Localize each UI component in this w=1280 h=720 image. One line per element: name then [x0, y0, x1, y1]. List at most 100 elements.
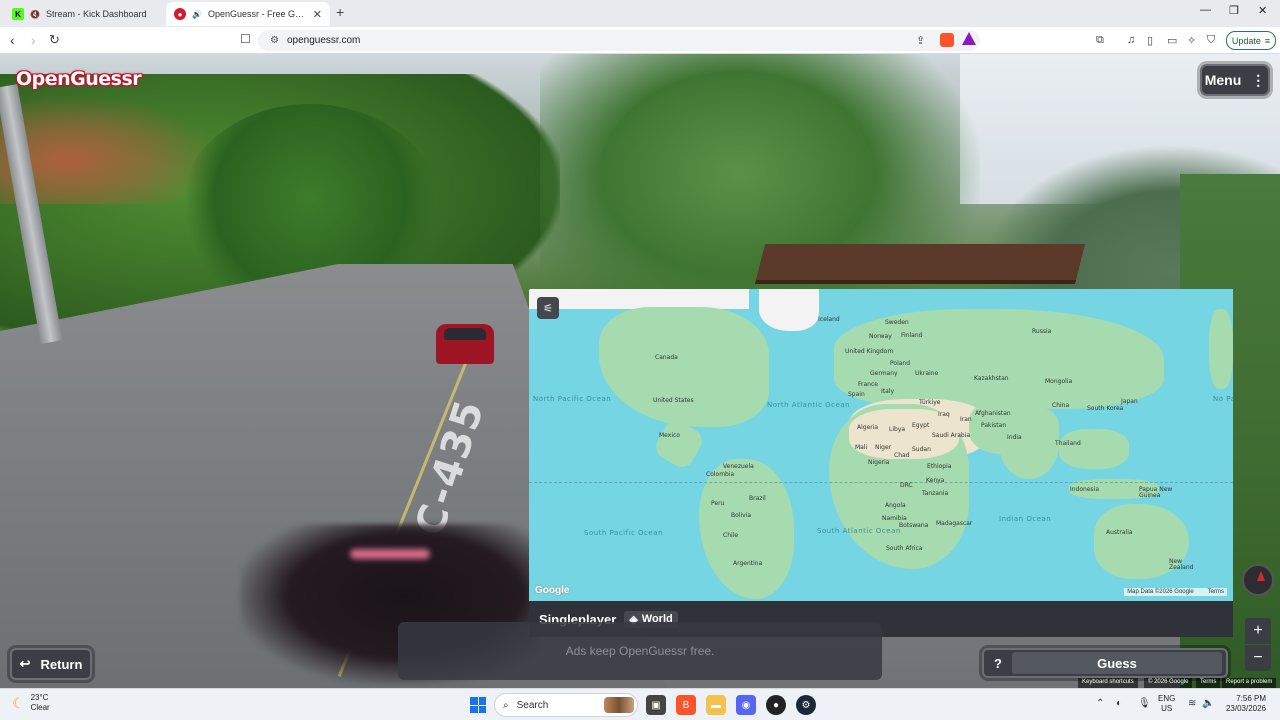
wifi-icon[interactable]: ≋	[1188, 698, 1196, 709]
brave-rewards-icon[interactable]	[962, 32, 976, 45]
zoom-out-button[interactable]: −	[1245, 645, 1271, 671]
steam-icon[interactable]: ⚙	[796, 695, 816, 715]
google-terms-link[interactable]: Terms	[1196, 678, 1221, 688]
brave-shields-icon[interactable]	[940, 33, 954, 47]
compass-icon[interactable]	[1242, 564, 1274, 596]
google-logo: Google	[535, 585, 570, 596]
file-explorer-icon[interactable]: ▬	[706, 695, 726, 715]
country-label: Sweden	[885, 319, 909, 326]
country-label: Peru	[711, 500, 725, 507]
url-field[interactable]: ⚙ openguessr.com	[258, 30, 980, 51]
forward-icon[interactable]: ›	[31, 32, 36, 48]
site-settings-icon[interactable]: ⚙	[270, 35, 279, 46]
country-label: Australia	[1106, 529, 1133, 536]
country-label: Namibia	[882, 515, 907, 522]
country-label: Tanzania	[922, 490, 949, 497]
keyboard-shortcuts-link[interactable]: Keyboard shortcuts	[1078, 678, 1138, 688]
country-label: Italy	[881, 388, 895, 395]
ocean-label-south-atlantic: South Atlantic Ocean	[817, 527, 901, 535]
zoom-in-button[interactable]: +	[1245, 618, 1271, 644]
task-view-icon[interactable]: ▣	[646, 695, 666, 715]
street-view-panorama[interactable]: SC-435 OpenGuessr Menu ⋮ North Pacific O…	[0, 54, 1280, 688]
share-icon[interactable]: ⇪	[916, 34, 925, 47]
vpn-icon[interactable]: ⛉	[1207, 34, 1215, 47]
country-label: Mongolia	[1045, 378, 1073, 385]
weather-widget[interactable]: ☾ 23°C Clear	[12, 693, 50, 713]
restore-icon[interactable]: ❐	[1229, 4, 1239, 17]
country-label: Indonesia	[1070, 486, 1100, 493]
tab-kick-dashboard[interactable]: K 🔇 Stream - Kick Dashboard	[4, 2, 164, 26]
keyboard-region: US	[1161, 704, 1173, 713]
taskbar-search[interactable]: ⌕ Search	[494, 693, 638, 717]
guess-button[interactable]: Guess	[1012, 652, 1222, 674]
map-filter-icon[interactable]: ⚟	[537, 297, 559, 319]
map-attribution: Map Data ©2026 Google Terms	[1124, 588, 1227, 596]
reload-icon[interactable]: ↻	[49, 32, 60, 48]
country-label: Chile	[723, 532, 739, 539]
help-button[interactable]: ?	[984, 650, 1012, 676]
country-label: Angola	[885, 502, 906, 509]
north-america	[599, 307, 769, 427]
brave-browser-icon[interactable]: B	[676, 695, 696, 715]
map-terms-link[interactable]: Terms	[1208, 589, 1224, 595]
tab-bar: K 🔇 Stream - Kick Dashboard ● 🔊 OpenGues…	[0, 0, 1280, 27]
tray-app-icon[interactable]: ◐	[1116, 698, 1122, 709]
report-problem-link[interactable]: Report a problem	[1222, 678, 1277, 688]
southeast-asia	[1059, 429, 1129, 469]
tray-chevron-icon[interactable]: ⌃	[1096, 698, 1104, 709]
audio-icon[interactable]: 🔊	[192, 10, 202, 19]
tab-search-icon[interactable]: ⧉	[1096, 34, 1104, 47]
language-indicator[interactable]: ENG US	[1158, 694, 1175, 714]
country-label: Russia	[1032, 328, 1052, 335]
new-tab-icon[interactable]: +	[336, 4, 344, 20]
country-label: Nigeria	[868, 459, 890, 466]
india	[999, 409, 1059, 479]
country-label: Iraq	[938, 411, 950, 418]
minimize-icon[interactable]: —	[1200, 4, 1211, 16]
tab-title: OpenGuessr - Free GeoGuessr	[207, 9, 307, 19]
volume-icon[interactable]: 🔈	[1202, 698, 1214, 709]
country-label: Norway	[869, 333, 892, 340]
country-label: Niger	[875, 444, 892, 451]
language-code: ENG	[1158, 694, 1176, 703]
bookmark-icon[interactable]: ☐	[240, 32, 251, 46]
country-label: France	[858, 381, 878, 388]
country-label: Chad	[894, 452, 910, 459]
discord-icon[interactable]: ◉	[736, 695, 756, 715]
update-button[interactable]: Update ≡	[1226, 31, 1276, 50]
close-window-icon[interactable]: ✕	[1258, 4, 1267, 17]
wallet-icon[interactable]: ▭	[1167, 34, 1177, 47]
guess-map[interactable]: North Pacific Ocean North Atlantic Ocean…	[529, 289, 1233, 601]
windows-start-icon[interactable]	[470, 697, 486, 713]
red-car	[436, 324, 494, 364]
country-label: Mali	[855, 444, 868, 451]
menu-label: Menu	[1204, 72, 1242, 88]
system-clock[interactable]: 7:56 PM 23/03/2026	[1222, 694, 1266, 714]
country-label: United Kingdom	[845, 348, 894, 355]
south-america	[699, 459, 794, 599]
mute-icon[interactable]: 🔇	[30, 10, 40, 19]
back-icon[interactable]: ‹	[10, 32, 15, 48]
search-label: Search	[516, 699, 549, 711]
media-icon[interactable]: ♫	[1127, 34, 1135, 46]
taskbar: ☾ 23°C Clear ⌕ Search ▣ B ▬ ◉ ● ⚙ ⌃ ◐ 🎙 …	[0, 688, 1280, 720]
openguessr-logo[interactable]: OpenGuessr	[16, 68, 142, 90]
return-button[interactable]: ↩ Return	[10, 648, 92, 680]
google-data-text: © 2026 Google	[1144, 678, 1193, 688]
blurred-light	[350, 549, 430, 559]
kick-icon: K	[12, 8, 24, 20]
country-label: Algeria	[857, 424, 879, 431]
country-label: Saudi Arabia	[932, 432, 971, 439]
country-label: Madagascar	[936, 520, 973, 527]
sidebar-icon[interactable]: ▯	[1147, 34, 1153, 47]
close-tab-icon[interactable]: ✕	[313, 8, 322, 21]
country-label: Pakistan	[981, 422, 1007, 429]
guess-bar: ? Guess	[982, 648, 1228, 678]
menu-button[interactable]: Menu ⋮	[1200, 64, 1270, 96]
ocean-label-north-pacific-right: No Pa Oc	[1213, 395, 1233, 403]
tab-openguessr[interactable]: ● 🔊 OpenGuessr - Free GeoGuessr ✕	[166, 2, 330, 26]
microphone-icon[interactable]: 🎙	[1138, 698, 1151, 709]
obs-icon[interactable]: ●	[766, 695, 786, 715]
country-label: Colombia	[706, 471, 735, 478]
leo-ai-icon[interactable]: ✧	[1187, 34, 1196, 47]
